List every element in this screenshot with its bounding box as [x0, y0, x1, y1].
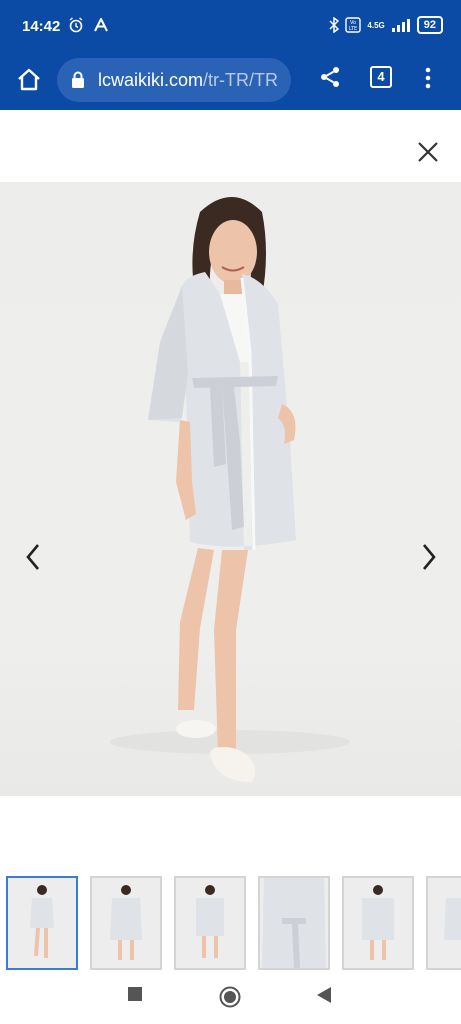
thumbnail-2[interactable]	[90, 876, 162, 970]
status-left-icons	[68, 17, 108, 33]
status-bar: 14:42 Vo LTE 4.5G 92	[0, 0, 461, 54]
close-icon[interactable]	[414, 138, 442, 166]
product-photo	[110, 197, 350, 782]
next-image-arrow-icon[interactable]	[416, 540, 440, 574]
network-type: 4.5G	[367, 20, 385, 30]
lock-icon	[72, 71, 84, 88]
thumbnail-6[interactable]	[426, 876, 461, 970]
system-navigation-bar	[0, 970, 461, 1024]
share-icon[interactable]	[318, 65, 342, 89]
url-text: lcwaikiki.com/tr-TR/TR	[98, 70, 278, 91]
thumbnail-4[interactable]	[258, 876, 330, 970]
browser-toolbar: lcwaikiki.com/tr-TR/TR 4	[0, 54, 461, 110]
home-icon[interactable]	[14, 65, 44, 95]
more-menu-icon[interactable]	[418, 67, 438, 89]
previous-image-arrow-icon[interactable]	[22, 540, 46, 574]
url-domain: lcwaikiki.com	[98, 70, 204, 90]
product-main-image[interactable]	[0, 182, 461, 796]
thumbnail-5[interactable]	[342, 876, 414, 970]
address-bar[interactable]: lcwaikiki.com/tr-TR/TR	[57, 58, 291, 102]
thumbnail-image	[196, 885, 224, 958]
recent-apps-icon[interactable]	[127, 986, 143, 1002]
svg-text:LTE: LTE	[349, 26, 357, 32]
status-right-icons: Vo LTE 4.5G 92	[329, 16, 443, 34]
signal-icon	[391, 19, 410, 32]
thumbnail-image	[262, 878, 326, 968]
thumbnail-1[interactable]	[6, 876, 78, 970]
volte-icon: VoLTE	[345, 17, 362, 33]
back-nav-icon[interactable]	[316, 986, 332, 1004]
bluetooth-icon	[329, 17, 340, 33]
thumbnail-image	[362, 885, 394, 960]
home-nav-icon[interactable]	[219, 986, 241, 1008]
alarm-icon	[69, 17, 83, 33]
a-icon	[94, 18, 108, 32]
thumbnail-strip	[0, 874, 461, 970]
thumbnail-3[interactable]	[174, 876, 246, 970]
battery-indicator: 92	[416, 16, 443, 34]
url-path: /tr-TR/TR	[203, 70, 278, 90]
thumbnail-image	[444, 898, 461, 940]
thumbnail-image	[30, 885, 54, 958]
tab-switcher-button[interactable]: 4	[370, 66, 392, 88]
status-time: 14:42	[22, 18, 61, 35]
thumbnail-image	[110, 885, 142, 960]
